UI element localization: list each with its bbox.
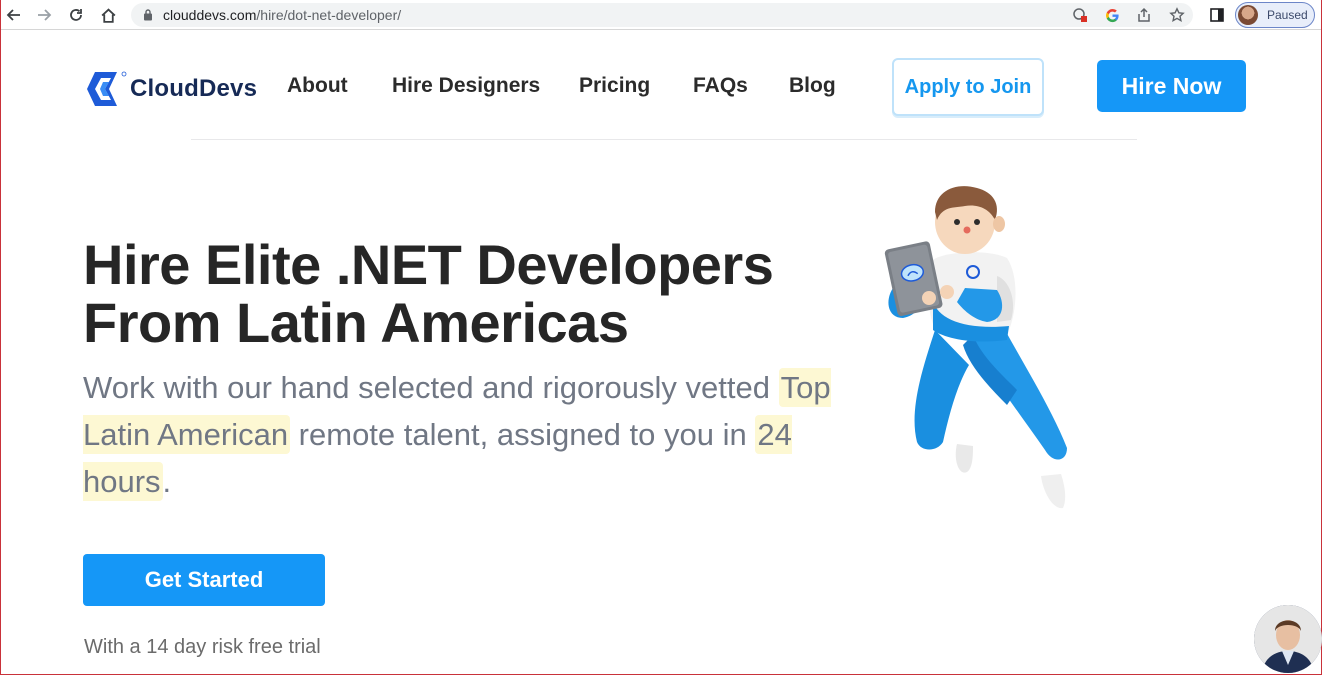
get-started-button[interactable]: Get Started bbox=[83, 554, 325, 606]
logo-text: CloudDevs bbox=[130, 75, 258, 102]
google-icon[interactable] bbox=[1103, 6, 1121, 24]
nav-about[interactable]: About bbox=[287, 74, 348, 98]
back-icon[interactable] bbox=[3, 4, 25, 26]
clouddevs-logo[interactable]: CloudDevs bbox=[83, 70, 257, 108]
url-path: /hire/dot-net-developer/ bbox=[256, 7, 402, 23]
hero-title-line2: From Latin Americas bbox=[83, 291, 629, 354]
profile-status: Paused bbox=[1267, 8, 1308, 22]
nav-faqs[interactable]: FAQs bbox=[693, 74, 748, 98]
profile-chip[interactable]: Paused bbox=[1235, 2, 1315, 28]
profile-avatar bbox=[1238, 5, 1258, 25]
apply-to-join-button[interactable]: Apply to Join bbox=[892, 58, 1044, 116]
address-bar[interactable]: clouddevs.com/hire/dot-net-developer/ bbox=[131, 3, 1193, 27]
nav-blog[interactable]: Blog bbox=[789, 74, 836, 98]
hero-subtitle: Work with our hand selected and rigorous… bbox=[83, 364, 863, 505]
trial-note: With a 14 day risk free trial bbox=[84, 636, 321, 658]
share-icon[interactable] bbox=[1135, 6, 1153, 24]
developer-character-illustration bbox=[884, 186, 1067, 509]
hero-sub-text: . bbox=[162, 464, 172, 499]
logo-mark-icon bbox=[83, 70, 127, 108]
nav-pricing[interactable]: Pricing bbox=[579, 74, 650, 98]
reload-icon[interactable] bbox=[65, 4, 87, 26]
nav-hire-designers[interactable]: Hire Designers bbox=[392, 74, 540, 98]
lock-icon[interactable] bbox=[143, 8, 153, 26]
url-host: clouddevs.com bbox=[163, 7, 257, 23]
browser-toolbar: clouddevs.com/hire/dot-net-developer/ Pa… bbox=[1, 0, 1321, 30]
hero-sub-text: remote talent, assigned to you in bbox=[290, 417, 756, 452]
url-text: clouddevs.com/hire/dot-net-developer/ bbox=[163, 7, 401, 23]
extension-icon[interactable] bbox=[1071, 6, 1089, 24]
forward-icon[interactable] bbox=[33, 4, 55, 26]
hero-sub-text: Work with our hand selected and rigorous… bbox=[83, 370, 779, 405]
hire-now-button[interactable]: Hire Now bbox=[1097, 60, 1246, 112]
hero-title-line1: Hire Elite .NET Developers bbox=[83, 233, 774, 296]
star-icon[interactable] bbox=[1168, 6, 1186, 24]
hero-title: Hire Elite .NET Developers From Latin Am… bbox=[83, 236, 843, 352]
sidepanel-icon[interactable] bbox=[1206, 4, 1228, 26]
home-icon[interactable] bbox=[97, 4, 119, 26]
chat-support-avatar[interactable] bbox=[1254, 605, 1322, 673]
header-divider bbox=[191, 139, 1137, 140]
